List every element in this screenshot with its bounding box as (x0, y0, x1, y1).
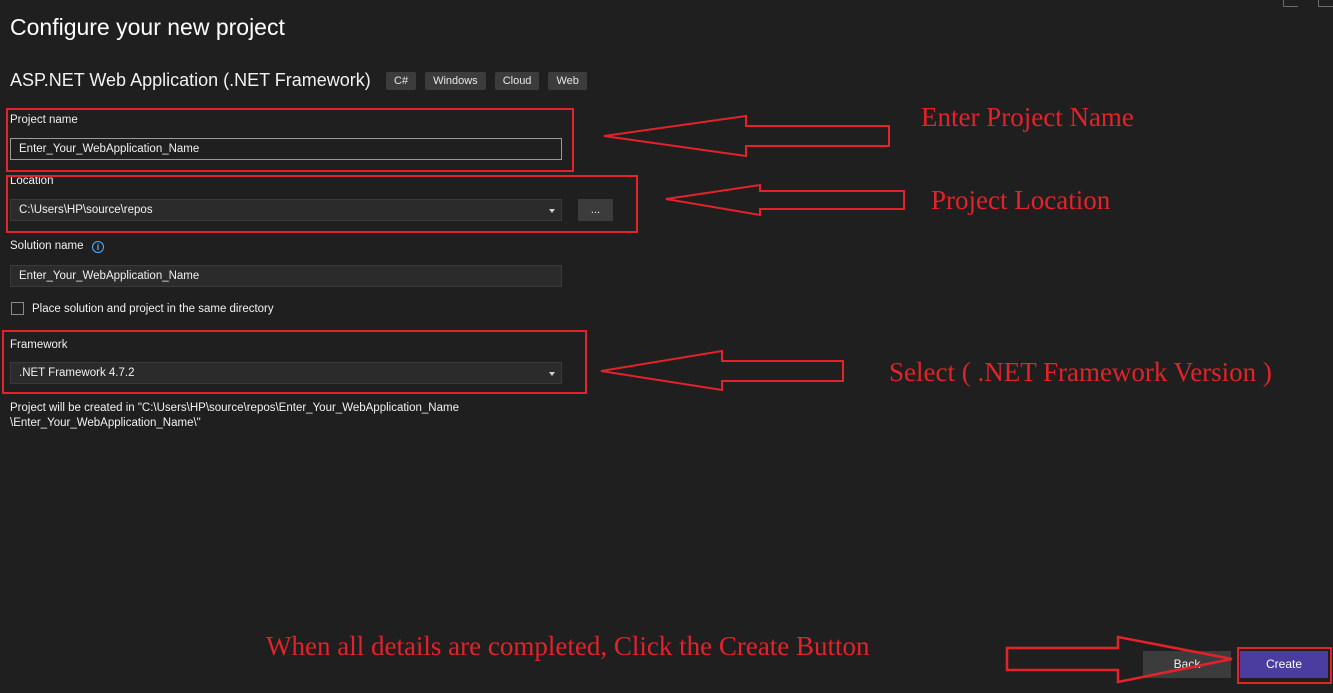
annotation-location: Project Location (931, 185, 1111, 215)
annotation-project-name: Enter Project Name (921, 102, 1134, 132)
arrow-create-icon (1005, 635, 1233, 684)
annotation-create: When all details are completed, Click th… (266, 631, 870, 661)
arrow-project-name-icon (603, 114, 890, 158)
annotation-framework: Select ( .NET Framework Version ) (889, 357, 1272, 387)
arrow-framework-icon (600, 349, 844, 392)
arrow-location-icon (665, 183, 905, 217)
